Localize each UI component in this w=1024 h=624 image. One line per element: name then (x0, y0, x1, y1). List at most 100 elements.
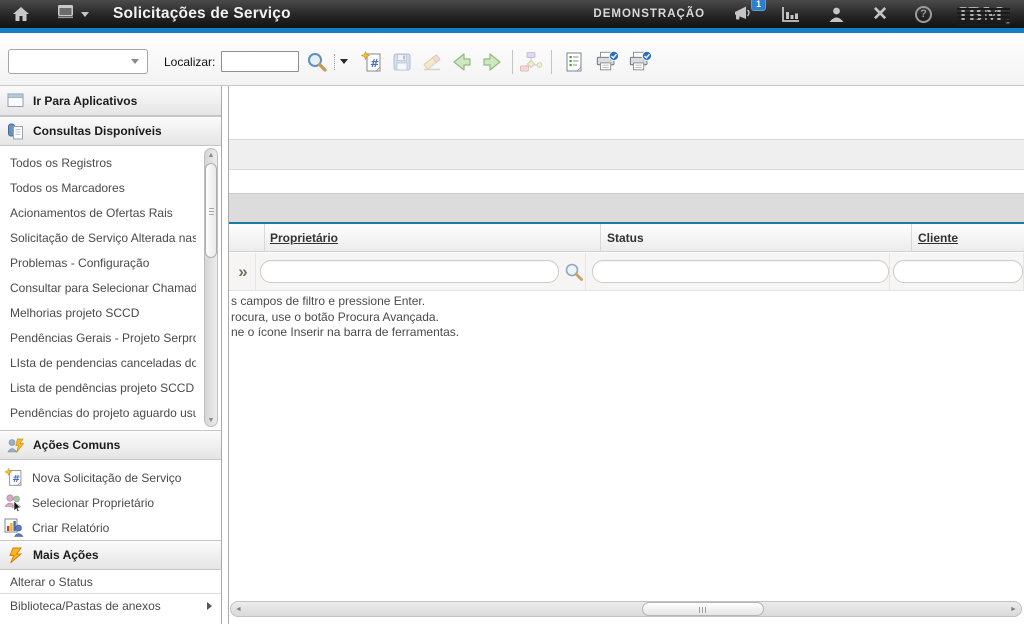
page-body: Ir Para Aplicativos Consultas Disponívei… (0, 86, 1024, 624)
more-actions-list: Alterar o Status Biblioteca/Pastas de an… (0, 570, 221, 618)
column-sort-link[interactable]: Cliente (912, 231, 958, 245)
print-with-attachments-button[interactable] (628, 50, 652, 74)
query-item[interactable]: Melhorias projeto SCCD (0, 301, 196, 326)
sidebar-section-go-to-apps[interactable]: Ir Para Aplicativos (0, 86, 221, 116)
run-reports-button[interactable] (562, 50, 586, 74)
query-item[interactable]: Todos os Marcadores (0, 176, 196, 201)
table-hint-text: s campos de filtro e pressione Enter. ro… (231, 294, 459, 341)
action-create-report[interactable]: Criar Relatório (0, 515, 221, 540)
sidebar-section-label: Ir Para Aplicativos (33, 94, 137, 108)
scroll-left-icon[interactable]: ◄ (232, 602, 245, 616)
column-sort-link[interactable]: Proprietário (265, 231, 338, 245)
scroll-up-icon[interactable]: ▲ (205, 149, 217, 161)
search-options-button[interactable] (334, 54, 348, 70)
help-button[interactable]: ? (915, 6, 932, 23)
profile-button[interactable] (828, 6, 845, 23)
next-icon (481, 51, 503, 73)
chevron-down-icon (81, 12, 89, 17)
save-icon (391, 51, 413, 73)
sidebar: Ir Para Aplicativos Consultas Disponívei… (0, 86, 222, 624)
action-new-service-request[interactable]: # Nova Solicitação de Serviço (0, 465, 221, 490)
action-attachments-library[interactable]: Biblioteca/Pastas de anexos (0, 594, 221, 618)
select-rows-header-cell (229, 224, 265, 251)
top-navigation-bar: Solicitações de Serviço DEMONSTRAÇÃO 1 (0, 0, 1024, 33)
sidebar-section-available-queries[interactable]: Consultas Disponíveis (0, 116, 221, 146)
filter-input-proprietario[interactable] (260, 260, 559, 283)
clear-icon (420, 51, 444, 73)
lightning-icon (7, 547, 25, 564)
app-switcher-icon (56, 4, 76, 25)
filter-cell-cliente (890, 253, 1024, 290)
query-item[interactable]: Acionamentos de Ofertas Rais (0, 201, 196, 226)
report-icon (564, 51, 584, 73)
column-label: Status (601, 231, 644, 245)
scroll-down-icon[interactable]: ▼ (205, 414, 217, 426)
query-item[interactable]: Pendências do projeto aguardo usuário (0, 401, 196, 426)
scroll-right-icon[interactable]: ► (1007, 602, 1020, 616)
reports-button[interactable] (781, 6, 801, 23)
table-header-row: Proprietário Status Cliente (229, 222, 1024, 252)
user-icon (828, 6, 845, 23)
record-dropdown[interactable] (8, 49, 148, 74)
horizontal-scrollbar[interactable]: ◄ ► (230, 601, 1022, 617)
query-item[interactable]: Todos os Registros (0, 151, 196, 176)
filter-cell-status (586, 253, 890, 290)
print-button[interactable] (595, 50, 619, 74)
column-header-cliente: Cliente (912, 224, 1024, 251)
action-label: Nova Solicitação de Serviço (32, 471, 181, 485)
select-owner-icon (4, 493, 24, 512)
filter-input-cliente[interactable] (893, 260, 1023, 283)
search-icon (563, 261, 585, 283)
queries-icon (7, 123, 25, 140)
main-content: Proprietário Status Cliente » (228, 86, 1024, 624)
filter-input-status[interactable] (592, 260, 889, 283)
announcements-button[interactable]: 1 (732, 5, 754, 23)
hint-line: s campos de filtro e pressione Enter. (231, 294, 459, 310)
next-record-button[interactable] (480, 50, 504, 74)
new-record-icon: # (4, 468, 24, 487)
sidebar-section-common-actions[interactable]: Ações Comuns (0, 430, 221, 460)
topbar-right: DEMONSTRAÇÃO 1 (593, 4, 1010, 25)
table-filter-row: » (229, 253, 1024, 291)
query-item[interactable]: LIsta de pendencias canceladas do p... (0, 351, 196, 376)
queries-scrollbar[interactable]: ▲ ▼ (204, 148, 218, 427)
submenu-arrow-icon (207, 602, 212, 610)
query-item[interactable]: Solicitação de Serviço Alterada nas ú... (0, 226, 196, 251)
app-window: Solicitações de Serviço DEMONSTRAÇÃO 1 (0, 0, 1024, 624)
scrollbar-thumb[interactable] (205, 163, 217, 258)
find-label: Localizar: (164, 55, 215, 69)
help-icon: ? (915, 6, 932, 23)
notification-badge: 1 (751, 0, 766, 11)
search-icon (306, 51, 328, 73)
environment-label: DEMONSTRAÇÃO (593, 8, 705, 20)
filter-toggle-icon[interactable]: » (229, 263, 255, 280)
query-item[interactable]: Problemas - Configuração (0, 251, 196, 276)
scrollbar-thumb[interactable] (642, 602, 764, 616)
find-button[interactable] (305, 50, 329, 74)
home-icon[interactable] (12, 6, 30, 22)
clear-changes-button (420, 50, 444, 74)
create-report-icon (4, 518, 24, 537)
action-change-status[interactable]: Alterar o Status (0, 570, 221, 594)
workflow-icon (519, 51, 543, 73)
action-select-owner[interactable]: Selecionar Proprietário (0, 490, 221, 515)
query-item[interactable]: Lista de pendências projeto SCCD re... (0, 376, 196, 401)
sidebar-section-more-actions[interactable]: Mais Ações (0, 540, 221, 570)
toolbar-separator (512, 50, 513, 74)
ibm-logo: IBM® (959, 4, 1010, 25)
window-icon (7, 92, 25, 109)
query-item[interactable]: Pendências Gerais - Projeto Serpro (0, 326, 196, 351)
query-item[interactable]: Consultar para Selecionar Chamado... (0, 276, 196, 301)
scrollbar-grip (699, 607, 708, 613)
new-record-button[interactable]: # (360, 50, 384, 74)
close-icon[interactable]: ✕ (872, 5, 888, 24)
filter-search-button[interactable] (563, 261, 585, 283)
svg-text:#: # (370, 57, 379, 70)
action-label: Biblioteca/Pastas de anexos (10, 599, 161, 613)
app-switcher-button[interactable] (56, 4, 89, 25)
filter-cell-proprietario (256, 253, 586, 290)
find-input[interactable] (221, 51, 299, 72)
new-record-icon: # (361, 51, 383, 73)
previous-record-button[interactable] (450, 50, 474, 74)
save-button (390, 50, 414, 74)
